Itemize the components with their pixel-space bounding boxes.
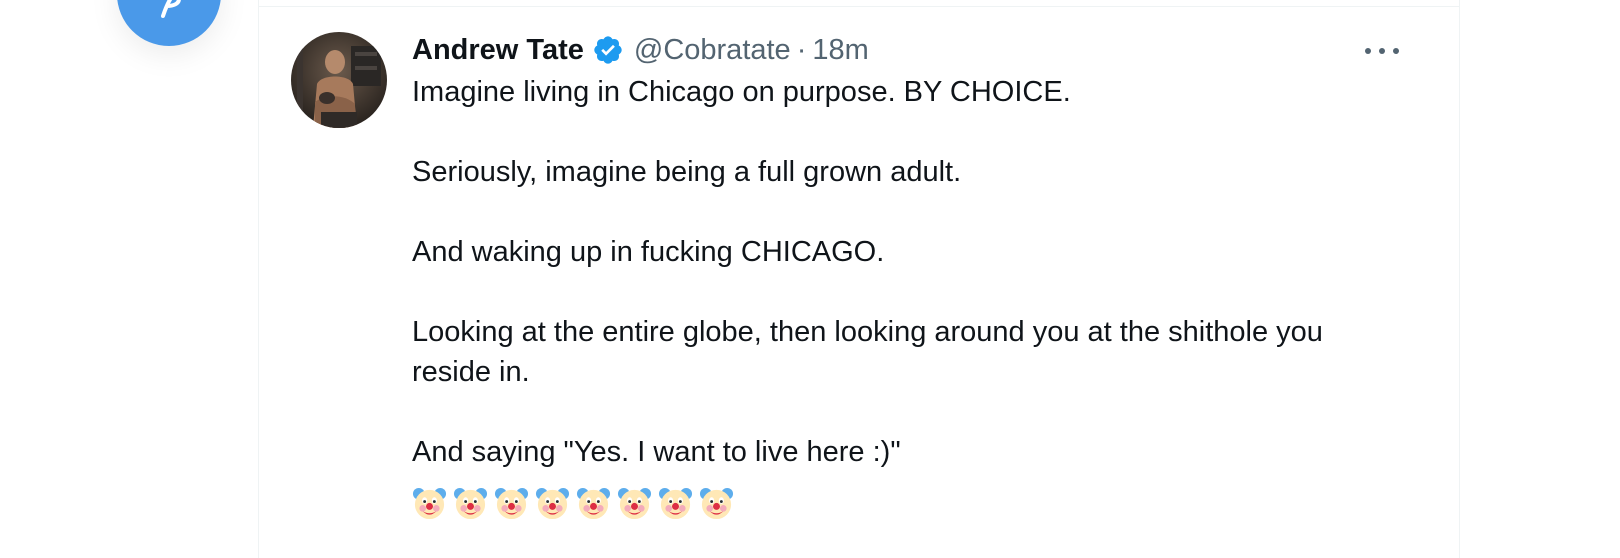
- tweet-header: Andrew Tate @Cobratate · 18m: [412, 30, 1399, 70]
- more-dot: [1393, 48, 1399, 54]
- tweet-text: Imagine living in Chicago on purpose. BY…: [412, 72, 1392, 472]
- tweet-paragraph: And saying "Yes. I want to live here :)": [412, 436, 901, 468]
- tweet-paragraph: Looking at the entire globe, then lookin…: [412, 316, 1323, 388]
- clown-face-icon: [535, 487, 570, 520]
- timeline-page: Andrew Tate @Cobratate · 18m Imagine liv…: [0, 0, 1620, 558]
- clown-face-icon: [576, 487, 611, 520]
- clown-emoji-row: [412, 486, 1399, 526]
- tweet-paragraph: Seriously, imagine being a full grown ad…: [412, 156, 962, 188]
- compose-post-button[interactable]: [117, 0, 221, 46]
- user-handle[interactable]: @Cobratate: [634, 34, 791, 67]
- clown-face-icon: [699, 487, 734, 520]
- clown-face-icon: [453, 487, 488, 520]
- divider: [259, 6, 1459, 7]
- timestamp[interactable]: 18m: [812, 34, 868, 67]
- avatar[interactable]: [291, 32, 387, 128]
- clown-face-icon: [494, 487, 529, 520]
- more-options-icon[interactable]: [1365, 44, 1399, 58]
- separator-dot: ·: [796, 33, 807, 66]
- tweet-paragraph: Imagine living in Chicago on purpose. BY…: [412, 76, 1071, 108]
- more-dot: [1365, 48, 1371, 54]
- tweet-paragraph: And waking up in fucking CHICAGO.: [412, 236, 885, 268]
- display-name[interactable]: Andrew Tate: [412, 34, 584, 67]
- clown-face-icon: [617, 487, 652, 520]
- verified-badge-icon[interactable]: [592, 34, 624, 66]
- clown-face-icon: [412, 487, 447, 520]
- clown-face-icon: [658, 487, 693, 520]
- more-dot: [1379, 48, 1385, 54]
- compose-post-icon: [161, 0, 181, 18]
- timeline-column: Andrew Tate @Cobratate · 18m Imagine liv…: [258, 0, 1460, 558]
- tweet-body: Andrew Tate @Cobratate · 18m Imagine liv…: [412, 30, 1399, 526]
- avatar-photo: [291, 32, 387, 128]
